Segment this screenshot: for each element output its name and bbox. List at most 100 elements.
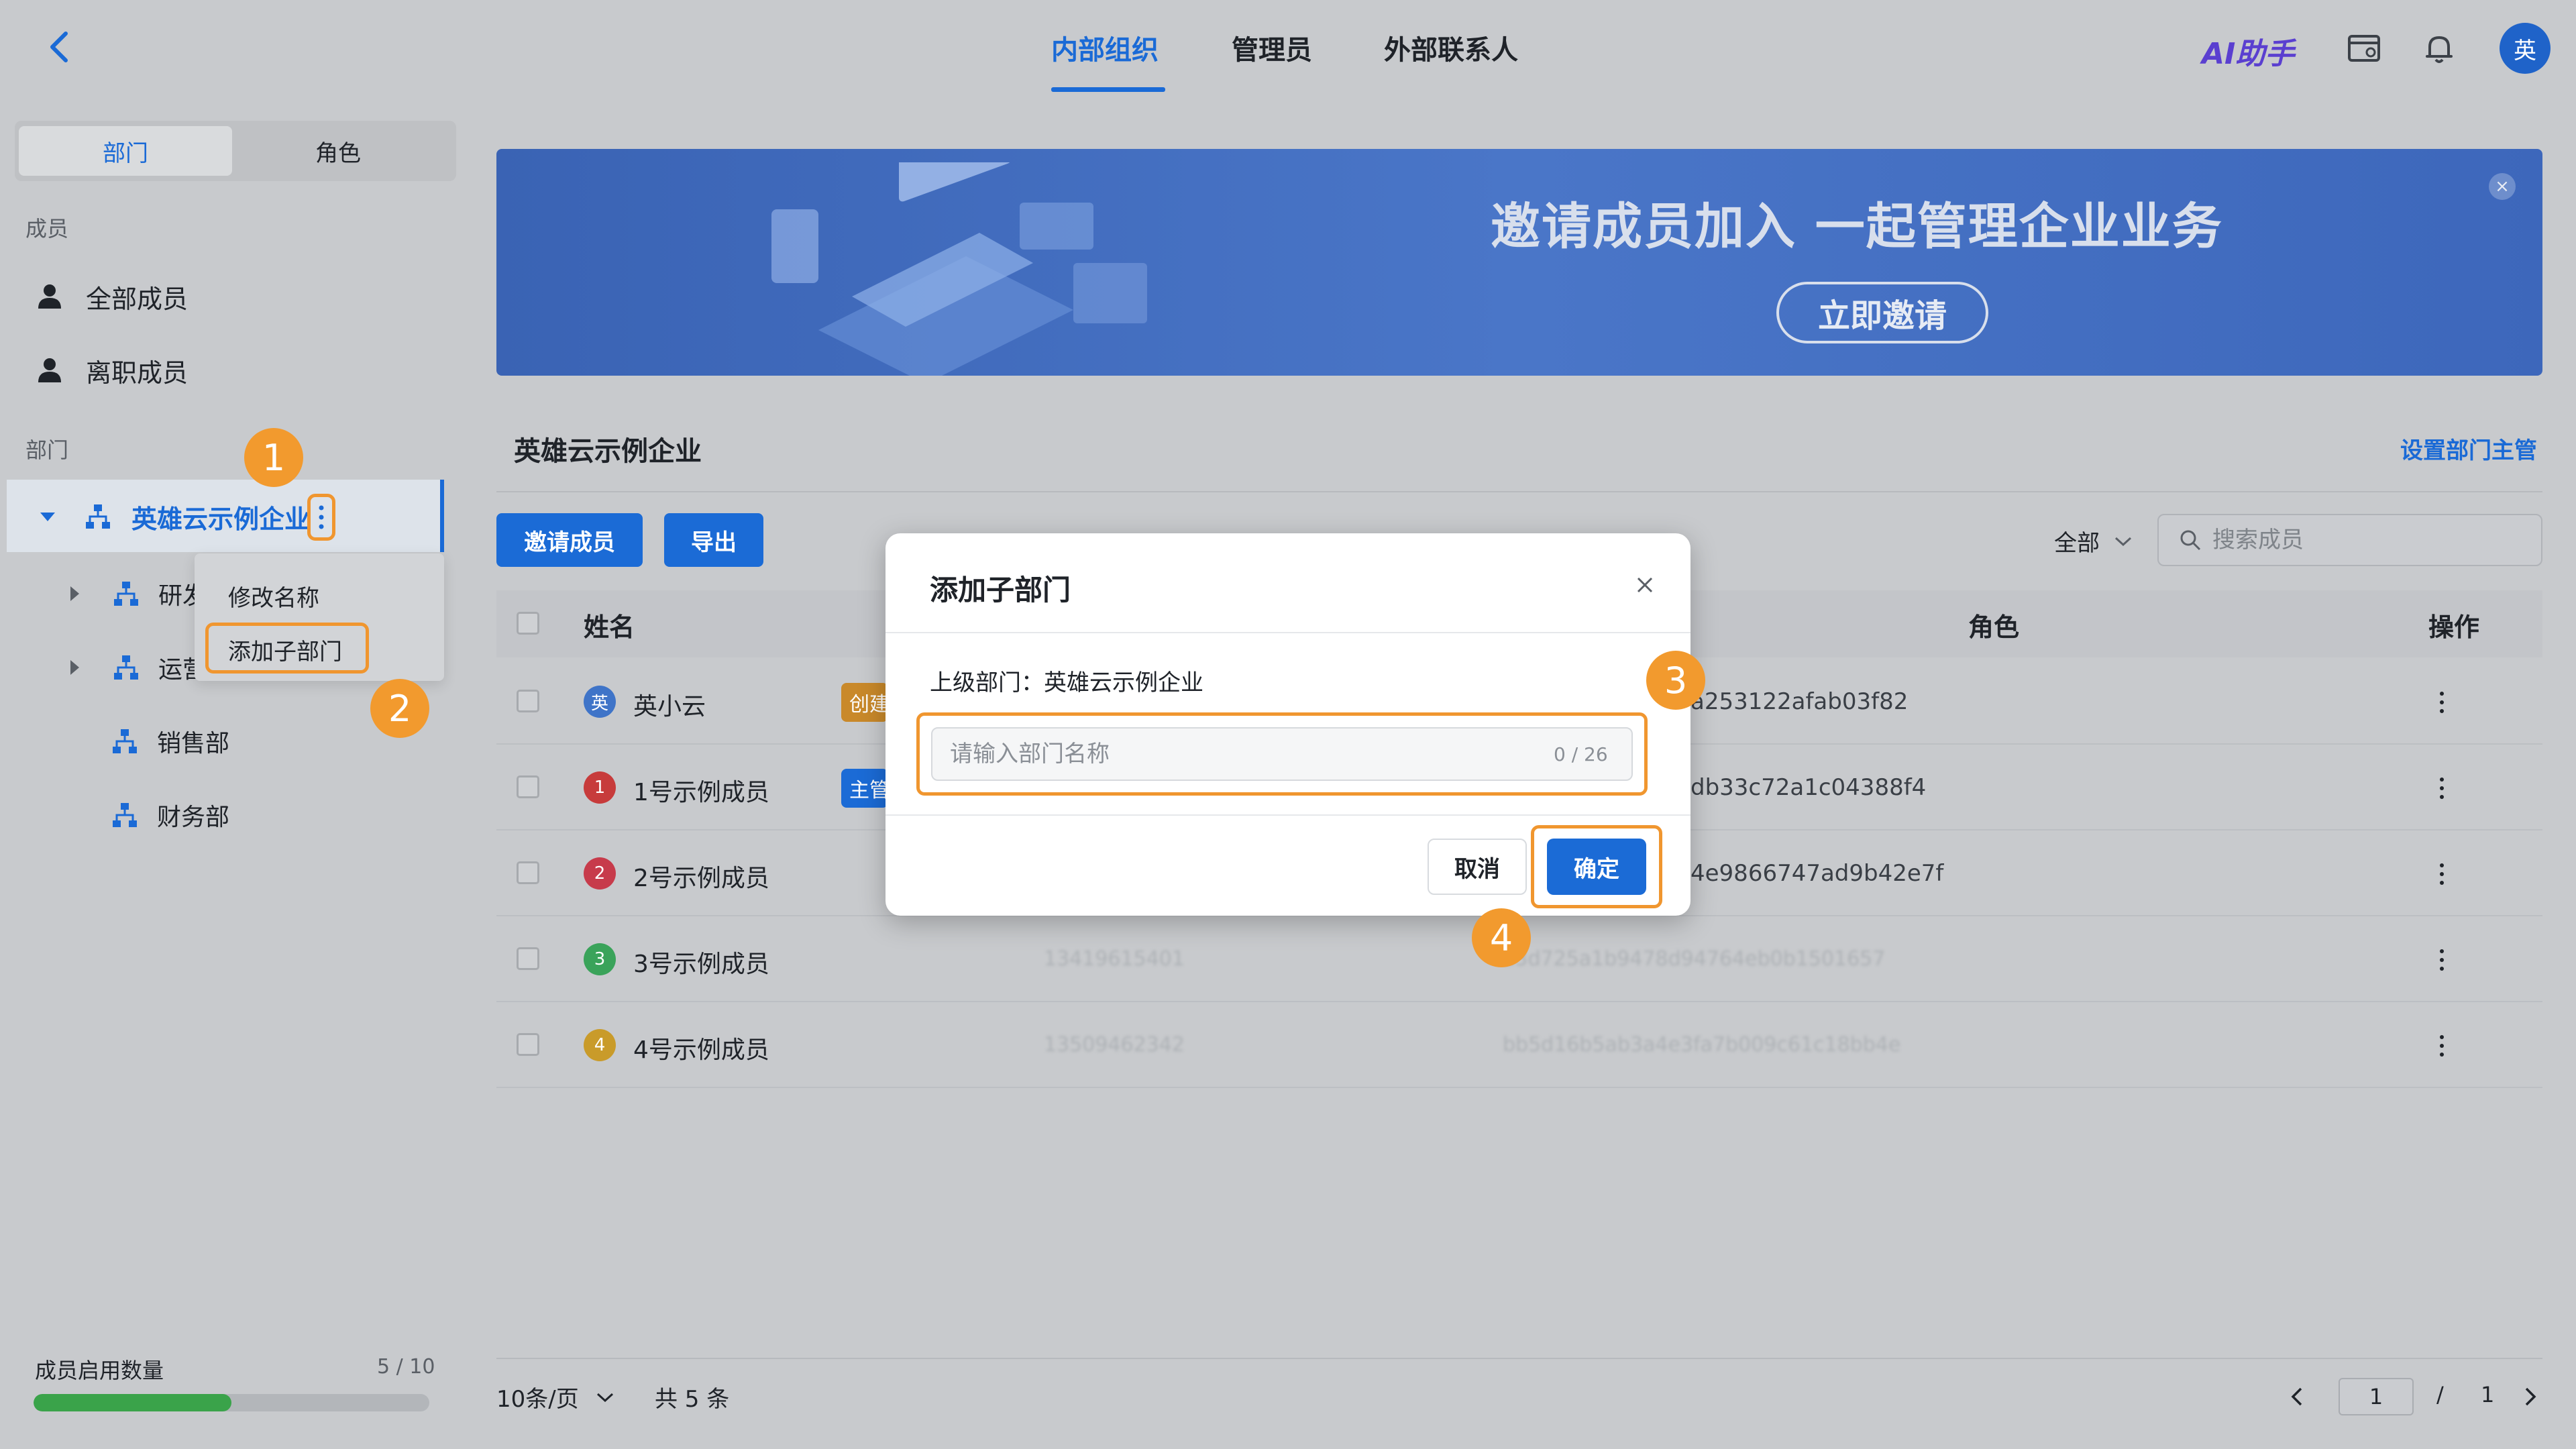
- column-header-action: 操作: [2428, 612, 2480, 642]
- dialog-divider: [885, 814, 1690, 816]
- dept-tree-item-sales[interactable]: 销售部: [110, 714, 229, 768]
- member-name[interactable]: 英小云: [633, 687, 706, 722]
- more-vertical-icon[interactable]: [2435, 771, 2449, 805]
- ai-assistant-button[interactable]: AI助手: [2202, 30, 2294, 72]
- dept-name-input[interactable]: [950, 741, 1540, 767]
- caret-right-icon[interactable]: [64, 584, 85, 604]
- total-pages: 1: [2481, 1382, 2495, 1407]
- dept-section-label: 部门: [25, 437, 69, 463]
- close-icon[interactable]: ×: [2489, 173, 2516, 200]
- member-name[interactable]: 3号示例成员: [633, 945, 769, 979]
- parent-dept-label: 上级部门：英雄云示例企业: [930, 669, 1203, 696]
- invite-banner: [496, 149, 2542, 376]
- segment-department[interactable]: 部门: [19, 126, 232, 176]
- member-name[interactable]: 2号示例成员: [633, 859, 769, 894]
- member-id: a3d725a1b9478d94764eb0b1501657: [1503, 947, 1886, 971]
- close-icon[interactable]: [1631, 572, 1658, 598]
- menu-item-rename[interactable]: 修改名称: [228, 580, 319, 612]
- chevron-down-icon: [596, 1393, 613, 1402]
- menu-item-add-subdept[interactable]: 添加子部门: [228, 633, 342, 666]
- search-input[interactable]: [2212, 527, 2508, 553]
- confirm-button[interactable]: 确定: [1547, 839, 1646, 895]
- root-dept-name: 英雄云示例企业: [131, 504, 311, 534]
- step-badge-1: 1: [244, 428, 303, 487]
- more-vertical-icon[interactable]: [2435, 857, 2449, 891]
- select-all-checkbox[interactable]: [517, 612, 539, 635]
- bell-icon[interactable]: [2420, 30, 2458, 67]
- export-button[interactable]: 导出: [664, 513, 763, 567]
- usage-label: 成员启用数量: [35, 1358, 164, 1383]
- row-checkbox[interactable]: [517, 690, 539, 712]
- member-name[interactable]: 4号示例成员: [633, 1030, 769, 1065]
- member-id: a253122afab03f82: [1690, 688, 1909, 715]
- page-size-value: 10条/页: [496, 1386, 579, 1413]
- filter-select[interactable]: 全部: [2054, 525, 2133, 557]
- active-tab-underline: [1051, 87, 1165, 92]
- person-icon: [38, 284, 61, 309]
- cancel-button[interactable]: 取消: [1428, 839, 1527, 895]
- usage-progress-fill: [34, 1394, 231, 1411]
- next-page-icon[interactable]: [2520, 1385, 2540, 1409]
- members-section-label: 成员: [25, 216, 69, 241]
- usage-count: 5 / 10: [377, 1355, 435, 1379]
- column-header-role: 角色: [1968, 612, 2020, 642]
- avatar: 英: [584, 686, 616, 718]
- more-vertical-icon[interactable]: [2435, 943, 2449, 977]
- row-checkbox[interactable]: [517, 775, 539, 798]
- dept-name: 财务部: [157, 804, 230, 831]
- row-checkbox[interactable]: [517, 861, 539, 884]
- tab-admins[interactable]: 管理员: [1232, 28, 1312, 67]
- sidebar-item-label: 离职成员: [86, 358, 189, 388]
- chevron-down-icon: [2114, 537, 2132, 546]
- search-field[interactable]: [2157, 514, 2542, 566]
- org-chart-icon: [114, 655, 138, 680]
- org-chart-icon: [113, 803, 137, 827]
- dept-name-field[interactable]: 0 / 26: [931, 727, 1633, 781]
- avatar: 3: [584, 943, 616, 975]
- page-separator: /: [2436, 1382, 2444, 1407]
- usage-progress-bar: [34, 1394, 429, 1411]
- char-counter: 0 / 26: [1554, 743, 1608, 765]
- member-name[interactable]: 1号示例成员: [633, 773, 769, 808]
- member-id: 4e9866747ad9b42e7f: [1690, 860, 1944, 887]
- app-window-icon[interactable]: [2345, 30, 2383, 67]
- banner-illustration: [771, 162, 1147, 376]
- search-icon: [2180, 530, 2201, 551]
- banner-title: 邀请成员加入 一起管理企业业务: [1491, 198, 2223, 256]
- segment-role[interactable]: 角色: [231, 126, 445, 176]
- more-vertical-icon[interactable]: [2435, 686, 2449, 719]
- row-checkbox[interactable]: [517, 947, 539, 970]
- dialog-title: 添加子部门: [930, 574, 1071, 606]
- filter-value: 全部: [2054, 530, 2100, 557]
- sidebar-item-all-members[interactable]: 全部成员: [35, 270, 188, 323]
- tab-external-contacts[interactable]: 外部联系人: [1384, 28, 1518, 67]
- avatar: 2: [584, 857, 616, 890]
- user-avatar[interactable]: 英: [2500, 23, 2551, 74]
- member-id: bb5d16b5ab3a4e3fa7b009c61c18bb4e: [1503, 1033, 1901, 1057]
- back-icon[interactable]: [40, 27, 80, 67]
- org-chart-icon: [114, 582, 138, 606]
- total-count: 共 5 条: [655, 1386, 730, 1413]
- invite-now-button[interactable]: 立即邀请: [1776, 282, 1988, 343]
- caret-right-icon[interactable]: [64, 657, 85, 678]
- step-badge-3: 3: [1646, 651, 1705, 710]
- member-id: db33c72a1c04388f4: [1690, 774, 1927, 801]
- row-checkbox[interactable]: [517, 1033, 539, 1056]
- step-badge-2: 2: [370, 679, 429, 738]
- dialog-divider: [885, 632, 1690, 633]
- invite-members-button[interactable]: 邀请成员: [496, 513, 643, 567]
- step-badge-4: 4: [1472, 908, 1531, 967]
- sidebar-item-departed-members[interactable]: 离职成员: [35, 343, 188, 397]
- dept-name: 销售部: [157, 730, 230, 757]
- prev-page-icon[interactable]: [2288, 1385, 2308, 1409]
- tab-internal-org[interactable]: 内部组织: [1051, 28, 1159, 67]
- set-dept-lead-link[interactable]: 设置部门主管: [2400, 432, 2537, 465]
- caret-down-icon[interactable]: [38, 506, 58, 527]
- more-vertical-icon[interactable]: [313, 502, 330, 533]
- dept-tree-item-finance[interactable]: 财务部: [110, 788, 229, 842]
- more-vertical-icon[interactable]: [2435, 1029, 2449, 1063]
- org-chart-icon: [86, 504, 110, 529]
- dept-tree-root-row[interactable]: 英雄云示例企业: [38, 490, 310, 543]
- page-size-select[interactable]: 10条/页: [496, 1381, 615, 1413]
- page-number-input[interactable]: [2339, 1378, 2414, 1415]
